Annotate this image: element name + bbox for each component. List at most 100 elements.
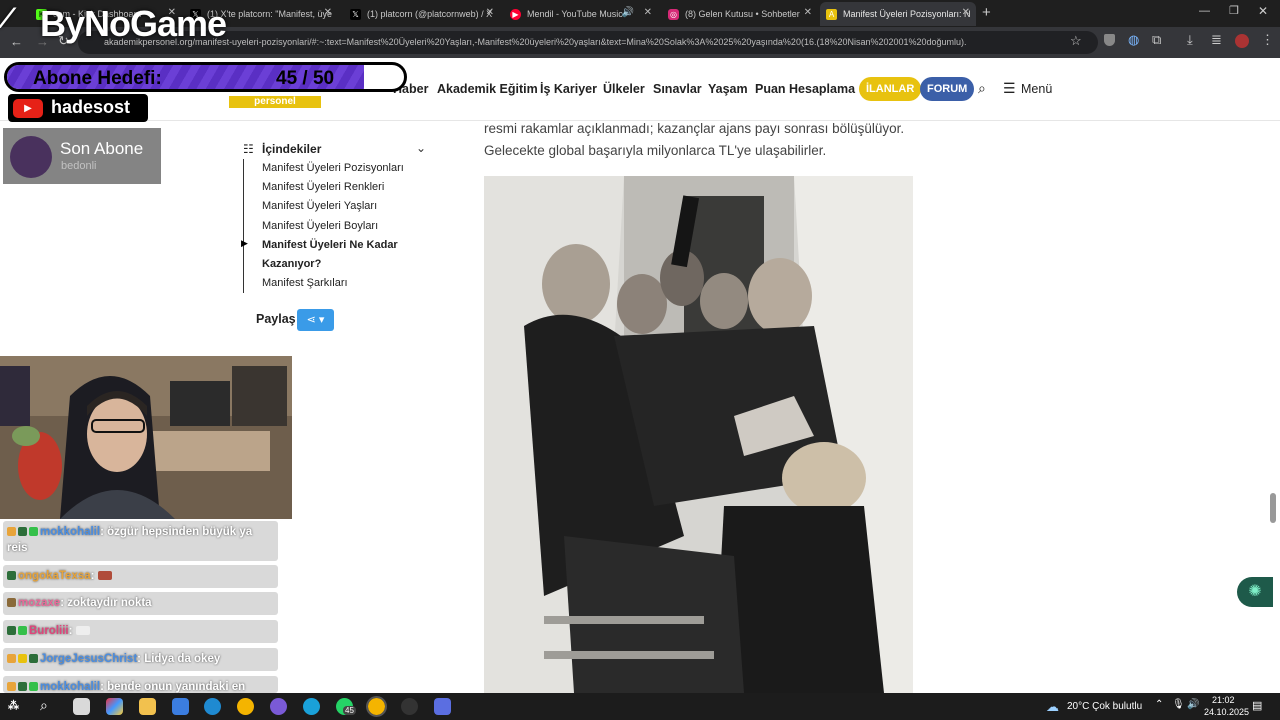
- close-tab-icon[interactable]: ✕: [962, 7, 970, 18]
- profile-avatar[interactable]: [1235, 34, 1249, 48]
- toc-item-sarkilari[interactable]: Manifest Şarkıları: [262, 277, 348, 289]
- sub-badge-icon: [7, 598, 16, 607]
- close-window-icon[interactable]: ✕: [1258, 4, 1268, 18]
- more-menu-icon[interactable]: ⋮: [1261, 32, 1274, 48]
- edge-icon[interactable]: [204, 698, 221, 715]
- vip-badge-icon: [18, 626, 27, 635]
- minimize-icon[interactable]: —: [1199, 5, 1210, 17]
- whatsapp-icon[interactable]: 45: [336, 698, 356, 715]
- volume-icon[interactable]: 🔊: [1187, 699, 1199, 710]
- close-tab-icon[interactable]: ✕: [324, 7, 332, 18]
- nav-sinavlar[interactable]: Sınavlar: [653, 82, 702, 96]
- share-icon: ⋖ ▾: [306, 314, 325, 326]
- chat-username[interactable]: Buroliii: [29, 625, 69, 637]
- obs-icon[interactable]: [270, 698, 287, 715]
- chat-text: Lidya da okey: [144, 653, 221, 665]
- tab-x-profile[interactable]: 𝕏 (1) platcorn (@platcornweb) / X ✕: [344, 2, 500, 26]
- site-favicon-icon: A: [826, 8, 837, 20]
- sub-badge-icon: [7, 682, 16, 691]
- emote-icon: [97, 571, 112, 580]
- toc-item-boylari[interactable]: Manifest Üyeleri Boyları: [262, 220, 378, 232]
- nav-yasam[interactable]: Yaşam: [708, 82, 748, 96]
- copilot-icon[interactable]: [106, 698, 123, 715]
- store-icon[interactable]: [73, 698, 90, 715]
- media-player-icon[interactable]: [401, 698, 418, 715]
- tab-manifest-active[interactable]: A Manifest Üyeleri Pozisyonları: N ✕: [820, 2, 976, 26]
- notifications-icon[interactable]: ▤: [1252, 699, 1262, 712]
- last-sub-label: Son Abone: [60, 139, 144, 158]
- chat-text: bende onun yanındaki en: [107, 681, 246, 693]
- nav-ulkeler[interactable]: Ülkeler: [603, 82, 645, 96]
- close-tab-icon[interactable]: ✕: [644, 7, 652, 18]
- avatar: [10, 136, 52, 178]
- chrome-active-icon[interactable]: [366, 696, 387, 717]
- restore-icon[interactable]: ❐: [1229, 4, 1239, 17]
- extensions-icon[interactable]: ⧉: [1152, 32, 1161, 48]
- mail-icon[interactable]: [172, 698, 189, 715]
- bookmark-star-icon[interactable]: ☆: [1070, 33, 1082, 49]
- toc-item-pozisyonlari[interactable]: Manifest Üyeleri Pozisyonları: [262, 162, 404, 174]
- new-tab-icon[interactable]: +: [982, 4, 991, 21]
- chat-username[interactable]: JorgeJesusChrist: [40, 653, 137, 665]
- shield-extension-icon[interactable]: [1104, 34, 1115, 46]
- hamburger-menu-icon[interactable]: ☰: [1003, 80, 1016, 97]
- windows-taskbar: ⁂ ⌕ 45 ☁ 20°C Çok bulutlu ⌃ 🎙 🔊 21:02 24…: [0, 693, 1280, 720]
- close-tab-icon[interactable]: ✕: [486, 7, 494, 18]
- chevron-down-icon[interactable]: ⌄: [416, 141, 426, 155]
- nav-is-kariyer[interactable]: İş Kariyer: [540, 82, 597, 96]
- page-scrollbar-thumb[interactable]: [1270, 493, 1276, 523]
- last-subscriber-panel: Son Abone bedonli: [3, 128, 161, 184]
- speaker-icon[interactable]: 🔊: [622, 7, 634, 18]
- webcam-scene: [0, 356, 292, 519]
- youtube-channel-badge: ▶ hadesost: [8, 94, 148, 122]
- chat-username[interactable]: ongokaTexsa: [18, 570, 91, 582]
- file-explorer-icon[interactable]: [139, 698, 156, 715]
- dev-tool-icon[interactable]: [434, 698, 451, 715]
- app-icon[interactable]: [303, 698, 320, 715]
- mod-badge-icon: [7, 571, 16, 580]
- nav-akademik-egitim[interactable]: Akademik Eğitim: [437, 82, 538, 96]
- share-label: Paylaş: [256, 312, 296, 326]
- menu-label[interactable]: Menü: [1021, 82, 1052, 96]
- toc-item-kazanc-cont[interactable]: Kazanıyor?: [262, 258, 321, 270]
- tab-instagram-inbox[interactable]: ◎ (8) Gelen Kutusu • Sohbetler ✕: [662, 2, 818, 26]
- chat-username[interactable]: mokkohalil: [40, 681, 100, 693]
- media-icon[interactable]: ≣: [1211, 32, 1222, 48]
- ai-assistant-icon[interactable]: ✺: [1237, 577, 1273, 607]
- nav-puan-hesaplama[interactable]: Puan Hesaplama: [755, 82, 855, 96]
- list-icon: ☷: [243, 142, 254, 156]
- chat-message: mokkohalil: özgür hepsinden büyük ya rei…: [3, 521, 278, 561]
- youtube-icon: ▶: [13, 99, 43, 118]
- tab-youtube-music[interactable]: ▶ Mendil - YouTube Music 🔊 ✕: [504, 2, 658, 26]
- share-button[interactable]: ⋖ ▾: [297, 309, 334, 331]
- tray-expand-icon[interactable]: ⌃: [1155, 699, 1163, 710]
- clock-date[interactable]: 24.10.2025: [1204, 707, 1249, 717]
- mod-badge-icon: [18, 527, 27, 536]
- weather-icon[interactable]: ☁: [1046, 699, 1059, 715]
- microphone-icon[interactable]: 🎙: [1172, 699, 1185, 710]
- site-logo[interactable]: personel: [229, 96, 321, 108]
- chat-username[interactable]: mokkohalil: [40, 526, 100, 538]
- audio-extension-icon[interactable]: ◍: [1128, 32, 1139, 48]
- x-icon: 𝕏: [350, 8, 361, 20]
- download-icon[interactable]: ⤓: [1187, 32, 1193, 48]
- goal-value: 45 / 50: [276, 68, 335, 89]
- search-icon[interactable]: ⌕: [40, 697, 48, 714]
- start-widget-icon[interactable]: ⁂: [8, 699, 19, 712]
- close-tab-icon[interactable]: ✕: [804, 7, 812, 18]
- group-photo-illustration: [484, 176, 913, 693]
- toc-item-renkleri[interactable]: Manifest Üyeleri Renkleri: [262, 181, 384, 193]
- toc-header[interactable]: ☷ İçindekiler ⌄: [243, 141, 433, 161]
- mod-badge-icon: [29, 654, 38, 663]
- toc-title: İçindekiler: [262, 142, 322, 156]
- toc-item-kazanc[interactable]: Manifest Üyeleri Ne Kadar: [262, 239, 398, 251]
- toc-item-yaslari[interactable]: Manifest Üyeleri Yaşları: [262, 200, 377, 212]
- clock-time[interactable]: 21:02: [1212, 695, 1235, 705]
- forum-button[interactable]: FORUM: [920, 77, 975, 101]
- weather-text[interactable]: 20°C Çok bulutlu: [1067, 701, 1142, 712]
- ilanlar-button[interactable]: İLANLAR: [859, 77, 922, 101]
- chrome-icon[interactable]: [237, 698, 254, 715]
- chat-message: ongokaTexsa:: [3, 565, 278, 588]
- chat-username[interactable]: mozaxe: [18, 597, 60, 609]
- search-icon[interactable]: ⌕: [978, 80, 986, 97]
